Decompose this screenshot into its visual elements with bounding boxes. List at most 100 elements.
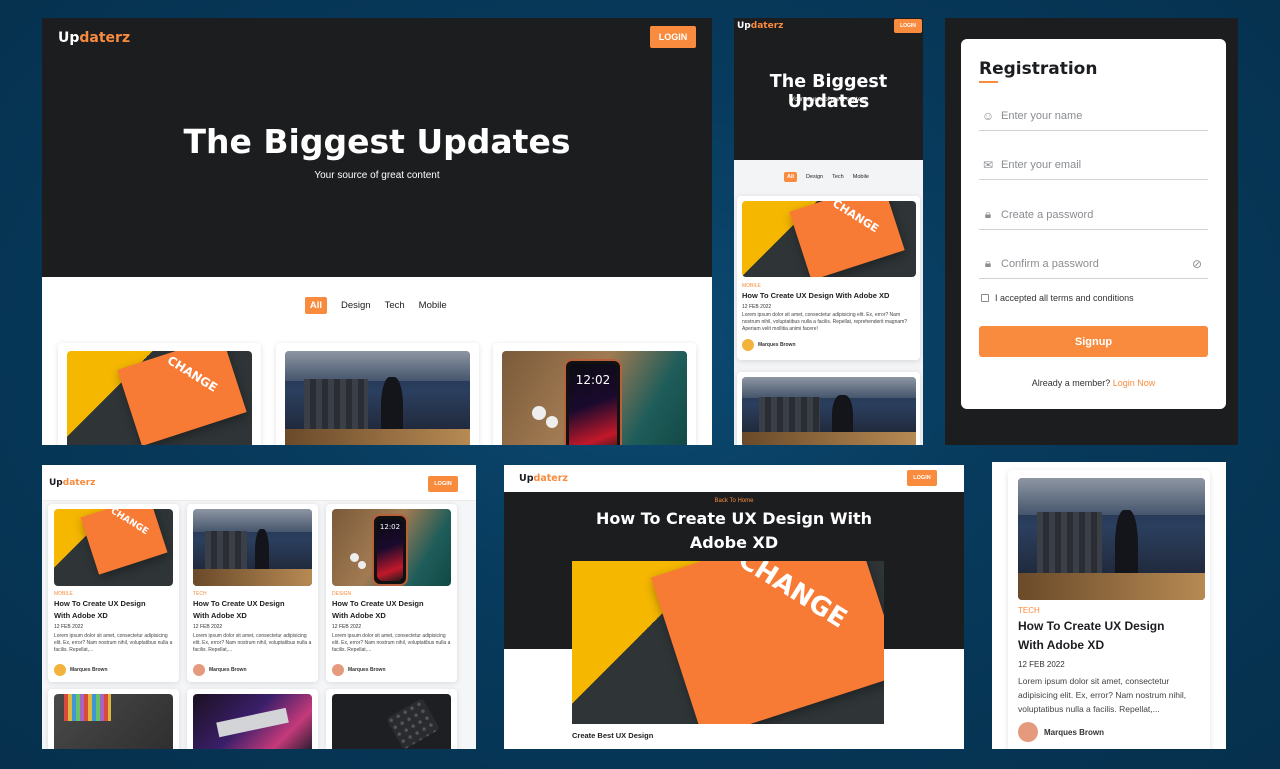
post-card[interactable] [48,689,179,749]
login-button[interactable]: LOGIN [907,470,937,486]
brand-part1: Up [737,21,751,31]
brand-part2: daterz [79,30,131,46]
author-avatar [1018,722,1038,742]
password-placeholder: Create a password [1001,208,1094,221]
lock-icon: 🔒︎ [984,207,992,221]
tab-all[interactable]: All [784,172,797,182]
panel-mobile-home: Updaterz LOGIN The Biggest Updates Your … [734,18,923,445]
post-card[interactable] [276,343,479,445]
post-image-tech [1018,478,1205,600]
section-heading: Create Best UX Design [572,731,654,740]
post-card[interactable]: 12:02 DESIGN How To Create UX Design Wit… [326,504,457,682]
post-title-line1[interactable]: How To Create UX Design [1018,619,1164,633]
panel-desktop-home: Updaterz LOGIN The Biggest Updates Your … [42,18,712,445]
author-name: Marques Brown [70,667,108,673]
post-image-art [54,694,173,749]
brand-part1: Up [49,478,63,488]
post-excerpt: Lorem ipsum dolor sit amet, consectetur … [332,633,451,653]
post-category: MOBILE [742,283,761,289]
confirm-placeholder: Confirm a password [1001,257,1099,270]
post-category: TECH [193,591,207,597]
login-now-link[interactable]: Login Now [1113,378,1156,388]
email-placeholder: Enter your email [1001,158,1082,171]
author-avatar [54,664,66,676]
post-excerpt: Lorem ipsum dolor sit amet, consectetur … [742,312,908,332]
post-title-line1[interactable]: How To Create UX Design [332,599,424,608]
tab-tech[interactable]: Tech [832,174,844,180]
post-title-line1[interactable]: How To Create UX Design [193,599,285,608]
author-name: Marques Brown [758,342,796,348]
brand-logo[interactable]: Updaterz [58,30,130,46]
post-category: MOBILE [54,591,73,597]
panel-tablet-grid: Updaterz LOGIN CHANGE MOBILE How To Crea… [42,465,476,749]
post-excerpt: Lorem ipsum dolor sit amet, consectetur … [54,633,173,653]
brand-part2: daterz [533,473,568,484]
hero-section: Updaterz LOGIN The Biggest Updates Your … [42,18,712,277]
post-title-line1[interactable]: How To Create UX Design [54,599,146,608]
post-card[interactable]: CHANGE MOBILE How To Create UX Design Wi… [737,196,920,360]
post-image-design: CHANGE [67,351,252,445]
user-icon: ☺ [981,108,995,123]
confirm-password-field[interactable]: 🔒︎ Confirm a password ⊘ [979,249,1208,279]
post-image-tech [193,509,312,586]
back-link[interactable]: Back To Home [504,498,964,504]
terms-checkbox[interactable] [981,294,989,302]
tab-design[interactable]: Design [341,300,371,311]
registration-form: Registration ☺ Enter your name ✉ Enter y… [961,39,1226,409]
lock-icon: 🔒︎ [984,256,992,270]
post-author: Marques Brown [332,664,386,676]
post-card[interactable]: TECH How To Create UX Design With Adobe … [187,504,318,682]
post-card[interactable] [326,689,457,749]
tab-tech[interactable]: Tech [385,300,405,311]
author-avatar [742,339,754,351]
password-field[interactable]: 🔒︎ Create a password [979,200,1208,230]
name-field[interactable]: ☺ Enter your name [979,101,1208,131]
tab-all[interactable]: All [305,297,327,314]
mobile-hero: Updaterz LOGIN The Biggest Updates Your … [734,18,923,160]
brand-logo[interactable]: Updaterz [49,478,95,488]
tab-design[interactable]: Design [806,174,823,180]
brand-part2: daterz [750,21,784,31]
post-title-line2[interactable]: With Adobe XD [1018,638,1104,652]
member-text: Already a member? [1031,378,1111,388]
login-button[interactable]: LOGIN [894,19,922,33]
post-image-mobile: 12:02 [332,509,451,586]
terms-label: I accepted all terms and conditions [995,293,1134,303]
brand-part1: Up [519,473,534,484]
detail-header: Updaterz LOGIN [504,465,964,492]
panel-card-zoom: TECH How To Create UX Design With Adobe … [992,462,1226,749]
name-placeholder: Enter your name [1001,109,1083,122]
post-title[interactable]: How To Create UX Design With Adobe XD [742,291,889,300]
registration-title: Registration [979,59,1098,79]
eye-off-icon[interactable]: ⊘ [1192,257,1202,271]
brand-part1: Up [58,30,80,46]
post-card[interactable]: 12:02 [493,343,696,445]
post-card[interactable] [187,689,318,749]
post-card[interactable]: CHANGE [58,343,261,445]
email-field[interactable]: ✉ Enter your email [979,150,1208,180]
post-date: 12 FEB 2022 [332,624,362,630]
post-title-line2[interactable]: With Adobe XD [54,611,108,620]
login-button[interactable]: LOGIN [428,476,458,492]
tab-mobile[interactable]: Mobile [853,174,869,180]
post-title-line2[interactable]: With Adobe XD [193,611,247,620]
title-underline [979,81,998,83]
tab-mobile[interactable]: Mobile [419,300,447,311]
brand-logo[interactable]: Updaterz [737,21,783,31]
post-card[interactable]: TECH How To Create UX Design With Adobe … [1008,470,1210,749]
brand-part2: daterz [62,478,96,488]
post-date: 12 FEB 2022 [193,624,223,630]
post-card[interactable] [737,372,920,445]
login-prompt: Already a member? Login Now [961,378,1226,388]
tablet-header: Updaterz LOGIN [42,465,476,501]
post-card[interactable]: CHANGE MOBILE How To Create UX Design Wi… [48,504,179,682]
post-date: 12 FEB 2022 [1018,660,1065,669]
signup-button[interactable]: Signup [979,326,1208,357]
post-author: Marques Brown [742,339,796,351]
post-title-line2[interactable]: With Adobe XD [332,611,386,620]
post-image-design: CHANGE [54,509,173,586]
post-image-tech [285,351,470,445]
filter-tabs: All Design Tech Mobile [305,297,447,314]
brand-logo[interactable]: Updaterz [519,473,568,484]
login-button[interactable]: LOGIN [650,26,696,48]
